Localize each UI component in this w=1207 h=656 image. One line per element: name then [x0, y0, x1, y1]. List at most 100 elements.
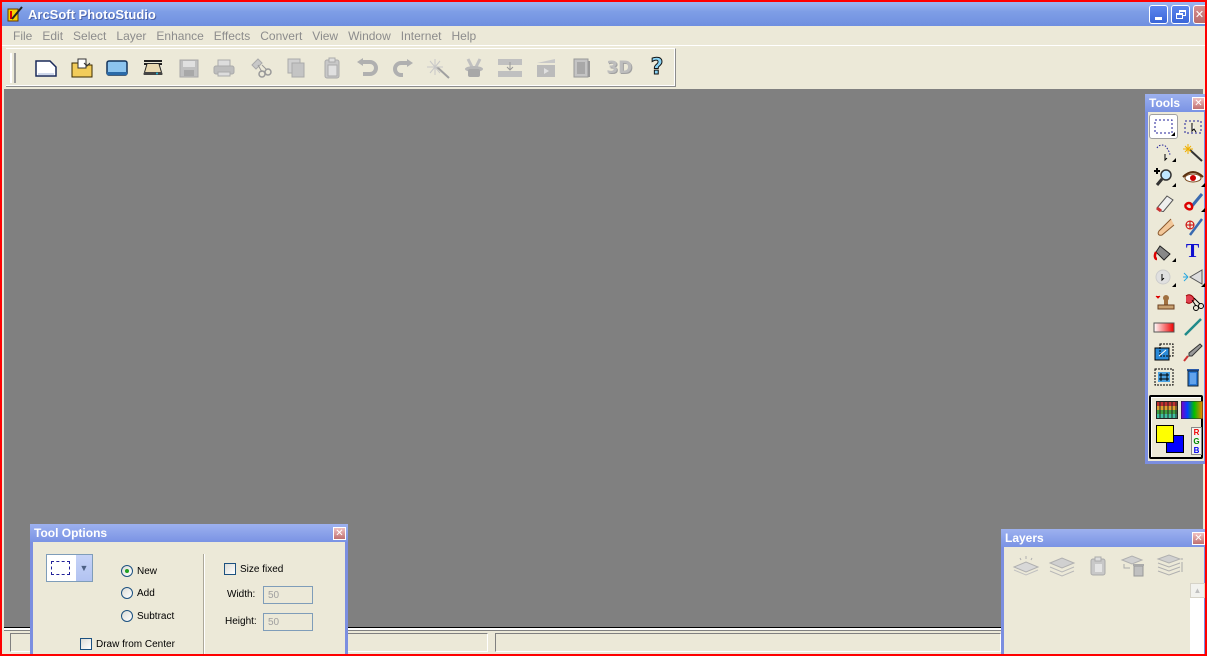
magic-button[interactable]	[457, 53, 493, 83]
tool-lasso[interactable]	[1149, 139, 1178, 164]
tool-rectangle-select[interactable]	[1149, 114, 1178, 139]
width-label: Width:	[227, 589, 256, 600]
save-button[interactable]	[171, 53, 207, 83]
slideshow-button[interactable]	[528, 53, 564, 83]
mode-new-label: New	[137, 565, 158, 577]
tool-clone[interactable]	[1178, 214, 1205, 239]
new-file-icon	[35, 59, 57, 77]
undo-button[interactable]	[349, 53, 385, 83]
tool-options-close-button[interactable]: ✕	[333, 527, 346, 540]
print-button[interactable]	[207, 53, 243, 83]
redo-button[interactable]	[385, 53, 421, 83]
magic-wand-icon	[426, 58, 450, 79]
tool-fill[interactable]	[1149, 239, 1178, 264]
menu-help[interactable]: Help	[446, 29, 481, 43]
restore-button[interactable]	[1171, 5, 1190, 24]
tool-cutout[interactable]	[1178, 289, 1205, 314]
tool-brush[interactable]	[1178, 189, 1205, 214]
tool-transform[interactable]	[1149, 339, 1178, 364]
radio-button[interactable]	[121, 587, 133, 599]
frame-button[interactable]	[564, 53, 600, 83]
layers-panel-title[interactable]: Layers ✕	[1001, 529, 1205, 547]
layers-scrollbar[interactable]: ▲	[1189, 583, 1205, 654]
tool-gradient[interactable]	[1149, 314, 1178, 339]
tools-panel-close-button[interactable]: ✕	[1192, 97, 1205, 110]
checkbox[interactable]	[224, 563, 236, 575]
mode-new-radio[interactable]: New	[121, 565, 157, 577]
rgb-mode-button[interactable]: R G B	[1191, 427, 1202, 455]
menu-file[interactable]: File	[8, 29, 37, 43]
chevron-down-icon: ▼	[76, 555, 92, 581]
tool-eyedropper[interactable]	[1178, 339, 1205, 364]
tool-crop[interactable]	[1149, 364, 1178, 389]
color-spectrum-icon[interactable]	[1181, 401, 1203, 419]
tool-red-eye[interactable]	[1178, 164, 1205, 189]
3d-button[interactable]: 3D	[599, 53, 639, 83]
minimize-button[interactable]	[1149, 5, 1168, 24]
foreground-color-swatch[interactable]	[1156, 425, 1174, 443]
tool-eraser[interactable]	[1149, 189, 1178, 214]
menu-select[interactable]: Select	[68, 29, 111, 43]
new-layer-icon	[1012, 556, 1040, 576]
tool-magic-wand[interactable]	[1178, 139, 1205, 164]
tools-panel-title[interactable]: Tools ✕	[1145, 94, 1205, 112]
draw-from-center-label: Draw from Center	[96, 638, 175, 650]
menu-enhance[interactable]: Enhance	[151, 29, 208, 43]
tool-stamp[interactable]	[1149, 289, 1178, 314]
mode-add-radio[interactable]: Add	[121, 587, 155, 599]
menu-internet[interactable]: Internet	[396, 29, 447, 43]
merge-layers-button[interactable]	[1044, 553, 1080, 579]
height-input[interactable]	[263, 613, 313, 631]
width-input[interactable]	[263, 586, 313, 604]
cut-button[interactable]	[242, 53, 278, 83]
tool-sharpen[interactable]	[1178, 264, 1205, 289]
draw-from-center-checkbox[interactable]: Draw from Center	[80, 638, 175, 650]
resize-icon	[498, 58, 523, 77]
tool-trash[interactable]	[1178, 364, 1205, 389]
help-button[interactable]: ?	[639, 53, 675, 83]
menu-window[interactable]: Window	[343, 29, 396, 43]
tool-text[interactable]: T	[1178, 239, 1205, 264]
scroll-up-icon[interactable]: ▲	[1190, 583, 1205, 598]
size-fixed-label: Size fixed	[240, 563, 284, 575]
paste-button[interactable]	[314, 53, 350, 83]
open-button[interactable]	[64, 53, 100, 83]
menu-edit[interactable]: Edit	[37, 29, 68, 43]
menu-effects[interactable]: Effects	[209, 29, 255, 43]
menu-convert[interactable]: Convert	[255, 29, 307, 43]
tool-zoom[interactable]	[1149, 164, 1178, 189]
tool-smudge[interactable]	[1149, 214, 1178, 239]
resize-button[interactable]	[492, 53, 528, 83]
close-button[interactable]: ✕	[1193, 5, 1205, 24]
eraser-icon	[1155, 194, 1174, 212]
menu-view[interactable]: View	[307, 29, 343, 43]
layer-properties-button[interactable]	[1152, 553, 1188, 579]
delete-layer-button[interactable]	[1116, 553, 1152, 579]
radio-button[interactable]	[121, 610, 133, 622]
tool-move-selection[interactable]	[1178, 114, 1205, 139]
copy-button[interactable]	[278, 53, 314, 83]
tool-options-title[interactable]: Tool Options ✕	[30, 524, 348, 542]
rgb-label-b: B	[1193, 446, 1200, 455]
toolbar-grip[interactable]	[10, 52, 16, 83]
album-icon	[106, 59, 129, 76]
acquire-button[interactable]	[135, 53, 171, 83]
enhance-button[interactable]	[421, 53, 457, 83]
checkbox[interactable]	[80, 638, 92, 650]
color-palette-icon[interactable]	[1156, 401, 1178, 419]
mode-subtract-radio[interactable]: Subtract	[121, 610, 174, 622]
tool-line[interactable]	[1178, 314, 1205, 339]
radio-button[interactable]	[121, 565, 133, 577]
selection-shape-dropdown[interactable]: ▼	[46, 554, 93, 582]
size-fixed-checkbox[interactable]: Size fixed	[224, 563, 283, 575]
layers-panel-close-button[interactable]: ✕	[1192, 532, 1205, 545]
menu-layer[interactable]: Layer	[111, 29, 151, 43]
new-layer-button[interactable]	[1008, 553, 1044, 579]
album-button[interactable]	[99, 53, 135, 83]
paste-layer-button[interactable]	[1080, 553, 1116, 579]
tools-panel-title-text: Tools	[1149, 96, 1181, 110]
new-button[interactable]	[28, 53, 64, 83]
slideshow-icon	[536, 58, 555, 77]
rgb-label-r: R	[1193, 428, 1200, 437]
tool-dodge-burn[interactable]	[1149, 264, 1178, 289]
